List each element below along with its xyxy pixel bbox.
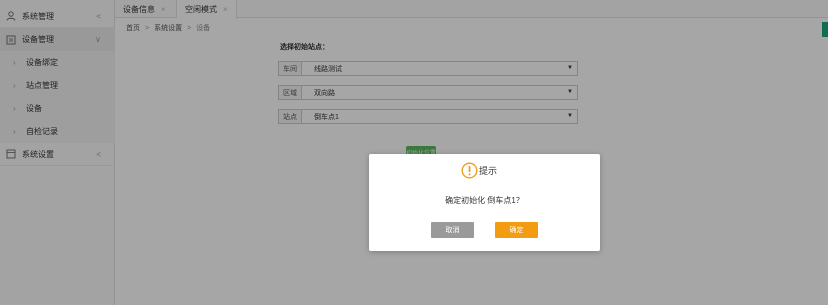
cancel-button[interactable]: 取消 — [431, 222, 474, 238]
dialog-header: 提示 — [461, 162, 497, 179]
dialog-title: 提示 — [479, 166, 498, 176]
warning-icon — [461, 162, 478, 179]
confirm-dialog: 提示 确定初始化 倒车点1？ 取消 确定 — [369, 154, 600, 251]
modal-overlay — [0, 0, 828, 305]
dialog-message: 确定初始化 倒车点1？ — [445, 196, 524, 205]
confirm-button[interactable]: 确定 — [495, 222, 538, 238]
